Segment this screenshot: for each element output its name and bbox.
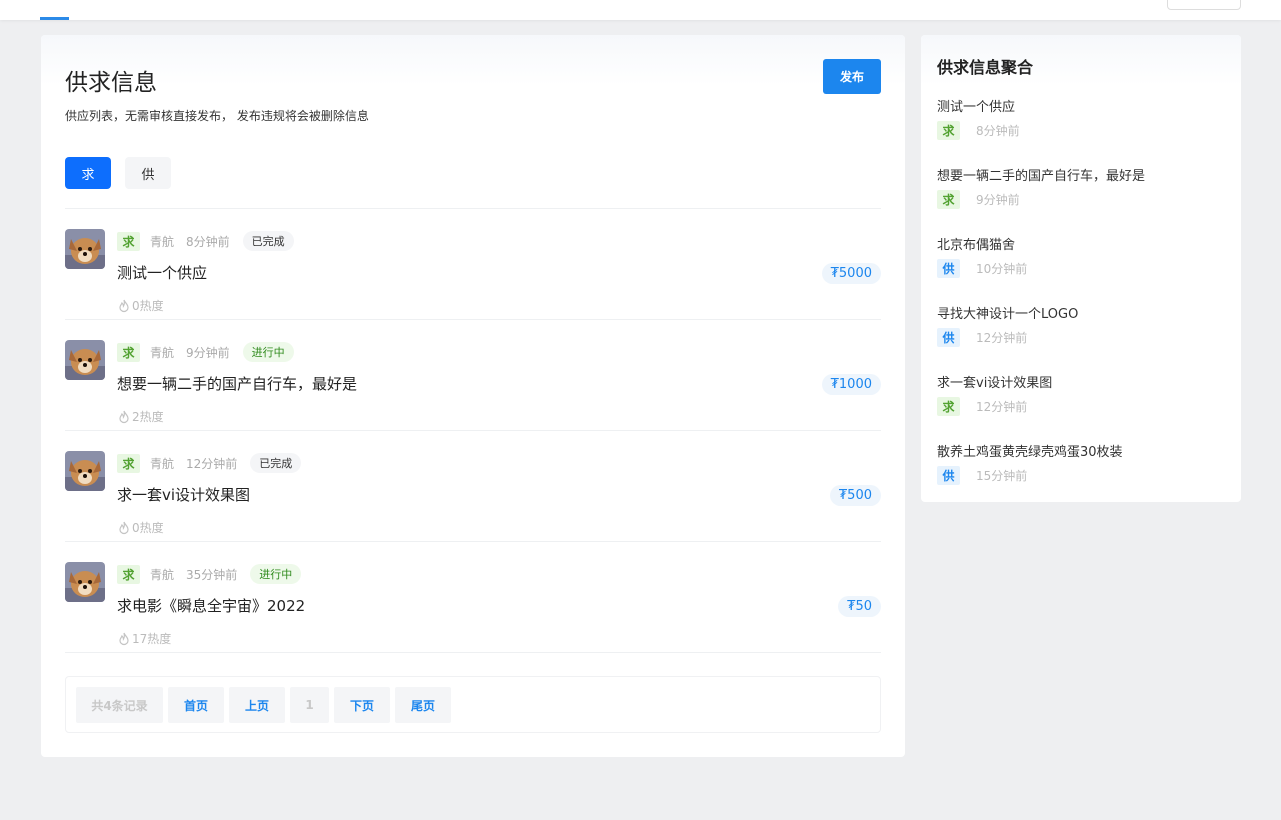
pager-current-page[interactable]: 1 xyxy=(290,687,329,723)
avatar[interactable] xyxy=(65,562,105,602)
sidebar-item[interactable]: 求一套vi设计效果图 求 12分钟前 xyxy=(937,372,1227,422)
page-description: 供应列表，无需审核直接发布， 发布违规将会被删除信息 xyxy=(65,109,369,123)
type-tag: 供 xyxy=(937,259,960,278)
list-item[interactable]: 求 青航 8分钟前 已完成 测试一个供应 ₮5000 0热度 xyxy=(65,209,881,320)
post-time: 12分钟前 xyxy=(976,331,1028,345)
sidebar-item-meta: 供 10分钟前 xyxy=(937,259,1027,278)
status-badge: 进行中 xyxy=(250,564,302,584)
pager-first-button[interactable]: 首页 xyxy=(168,687,224,723)
item-meta: 求 青航 9分钟前 进行中 xyxy=(117,342,294,362)
heat-label: 2热度 xyxy=(132,410,164,424)
flame-icon xyxy=(119,632,129,645)
heat-count: 2热度 xyxy=(117,408,164,425)
type-tag: 求 xyxy=(117,342,140,362)
post-time: 12分钟前 xyxy=(186,456,238,471)
sidebar-item[interactable]: 北京布偶猫舍 供 10分钟前 xyxy=(937,234,1227,284)
price-badge: ₮50 xyxy=(838,596,881,617)
list-item[interactable]: 求 青航 12分钟前 已完成 求一套vi设计效果图 ₮500 0热度 xyxy=(65,431,881,542)
item-meta: 求 青航 8分钟前 已完成 xyxy=(117,231,294,251)
sidebar-item-title[interactable]: 寻找大神设计一个LOGO xyxy=(937,303,1078,322)
sidebar-title: 供求信息聚合 xyxy=(937,58,1034,77)
sidebar-item-meta: 求 8分钟前 xyxy=(937,121,1020,140)
post-time: 15分钟前 xyxy=(976,469,1028,483)
main-panel: 供求信息 供应列表，无需审核直接发布， 发布违规将会被删除信息 发布 求 供 求… xyxy=(41,35,905,757)
post-time: 8分钟前 xyxy=(186,234,230,249)
avatar[interactable] xyxy=(65,451,105,491)
heat-label: 17热度 xyxy=(132,632,172,646)
aggregate-sidebar: 供求信息聚合 测试一个供应 求 8分钟前 想要一辆二手的国产自行车，最好是 求 … xyxy=(921,35,1241,502)
type-tag: 求 xyxy=(117,231,140,251)
type-tag: 求 xyxy=(937,397,960,416)
status-badge: 已完成 xyxy=(250,453,302,473)
page-title: 供求信息 xyxy=(65,70,157,96)
flame-icon xyxy=(119,299,129,312)
sidebar-item[interactable]: 想要一辆二手的国产自行车，最好是 求 9分钟前 xyxy=(937,165,1227,215)
heat-label: 0热度 xyxy=(132,521,164,535)
price-badge: ₮5000 xyxy=(821,263,881,284)
status-badge: 进行中 xyxy=(242,342,294,362)
item-meta: 求 青航 12分钟前 已完成 xyxy=(117,453,302,473)
sidebar-item-meta: 求 12分钟前 xyxy=(937,397,1027,416)
pager-total: 共4条记录 xyxy=(76,687,163,723)
price-badge: ₮500 xyxy=(829,485,881,506)
type-tag: 求 xyxy=(937,121,960,140)
nav-active-indicator xyxy=(40,17,69,20)
sidebar-item[interactable]: 寻找大神设计一个LOGO 供 12分钟前 xyxy=(937,303,1227,353)
sidebar-item-title[interactable]: 测试一个供应 xyxy=(937,96,1015,115)
post-time: 35分钟前 xyxy=(186,567,238,582)
post-time: 10分钟前 xyxy=(976,262,1028,276)
tab-supply[interactable]: 供 xyxy=(125,157,171,189)
avatar[interactable] xyxy=(65,340,105,380)
sidebar-item[interactable]: 测试一个供应 求 8分钟前 xyxy=(937,96,1227,146)
main-panel-header-bg xyxy=(41,35,905,85)
status-badge: 已完成 xyxy=(242,231,294,251)
pager-prev-button[interactable]: 上页 xyxy=(229,687,285,723)
post-time: 9分钟前 xyxy=(186,345,230,360)
flame-icon xyxy=(119,521,129,534)
author-name[interactable]: 青航 xyxy=(150,566,174,583)
type-tag: 求 xyxy=(117,453,140,473)
sidebar-item-meta: 供 12分钟前 xyxy=(937,328,1027,347)
type-tag: 供 xyxy=(937,328,960,347)
top-right-button[interactable] xyxy=(1167,0,1241,10)
top-nav-bar xyxy=(0,0,1281,20)
item-meta: 求 青航 35分钟前 进行中 xyxy=(117,564,302,584)
sidebar-item-title[interactable]: 想要一辆二手的国产自行车，最好是 xyxy=(937,165,1145,184)
post-time: 9分钟前 xyxy=(976,193,1020,207)
sidebar-item-title[interactable]: 北京布偶猫舍 xyxy=(937,234,1015,253)
sidebar-item-meta: 求 9分钟前 xyxy=(937,190,1020,209)
pagination: 共4条记录 首页 上页 1 下页 尾页 xyxy=(65,676,881,733)
author-name[interactable]: 青航 xyxy=(150,233,174,250)
publish-button[interactable]: 发布 xyxy=(823,59,881,94)
item-title[interactable]: 求一套vi设计效果图 xyxy=(117,484,250,505)
avatar[interactable] xyxy=(65,229,105,269)
supply-demand-list: 求 青航 8分钟前 已完成 测试一个供应 ₮5000 0热度 求 青航 9分钟前… xyxy=(65,208,881,653)
tab-demand[interactable]: 求 xyxy=(65,157,111,189)
heat-label: 0热度 xyxy=(132,299,164,313)
list-item[interactable]: 求 青航 9分钟前 进行中 想要一辆二手的国产自行车，最好是 ₮1000 2热度 xyxy=(65,320,881,431)
item-title[interactable]: 求电影《瞬息全宇宙》2022 xyxy=(117,595,305,616)
post-time: 8分钟前 xyxy=(976,124,1020,138)
heat-count: 17热度 xyxy=(117,630,171,647)
author-name[interactable]: 青航 xyxy=(150,455,174,472)
item-title[interactable]: 想要一辆二手的国产自行车，最好是 xyxy=(117,373,357,394)
sidebar-item[interactable]: 散养土鸡蛋黄壳绿壳鸡蛋30枚装 供 15分钟前 xyxy=(937,441,1227,491)
flame-icon xyxy=(119,410,129,423)
sidebar-item-title[interactable]: 求一套vi设计效果图 xyxy=(937,372,1052,391)
type-tag: 供 xyxy=(937,466,960,485)
heat-count: 0热度 xyxy=(117,519,164,536)
heat-count: 0热度 xyxy=(117,297,164,314)
price-badge: ₮1000 xyxy=(821,374,881,395)
author-name[interactable]: 青航 xyxy=(150,344,174,361)
pager-last-button[interactable]: 尾页 xyxy=(395,687,451,723)
sidebar-item-title[interactable]: 散养土鸡蛋黄壳绿壳鸡蛋30枚装 xyxy=(937,441,1123,460)
type-tag: 求 xyxy=(937,190,960,209)
pager-next-button[interactable]: 下页 xyxy=(334,687,390,723)
post-time: 12分钟前 xyxy=(976,400,1028,414)
item-title[interactable]: 测试一个供应 xyxy=(117,262,207,283)
sidebar-item-meta: 供 15分钟前 xyxy=(937,466,1027,485)
list-item[interactable]: 求 青航 35分钟前 进行中 求电影《瞬息全宇宙》2022 ₮50 17热度 xyxy=(65,542,881,653)
type-tag: 求 xyxy=(117,564,140,584)
